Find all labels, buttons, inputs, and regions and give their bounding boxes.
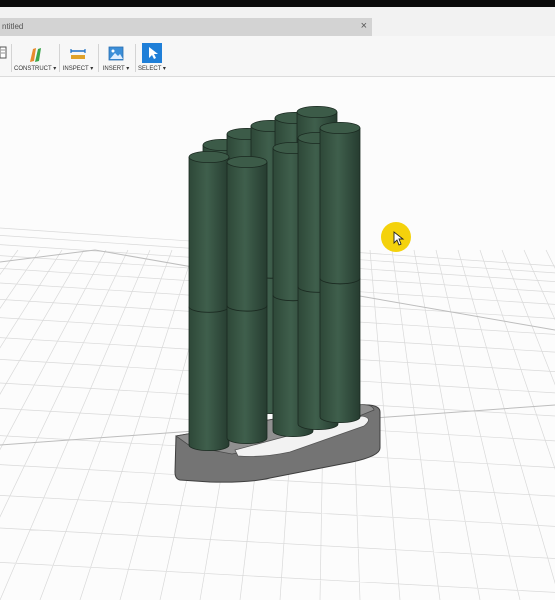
insert-label: INSERT ▾ bbox=[102, 66, 130, 72]
toolbar-separator bbox=[135, 44, 136, 72]
document-tab-title: ntitled bbox=[2, 22, 24, 31]
cells-group bbox=[188, 106, 361, 451]
toolbar-separator bbox=[59, 44, 60, 72]
insert-icon bbox=[107, 46, 125, 67]
select-button[interactable]: SELECT ▾ bbox=[138, 36, 166, 76]
document-tab-strip: ntitled × bbox=[0, 7, 555, 41]
inspect-icon bbox=[69, 46, 87, 67]
battery-cell bbox=[319, 122, 361, 423]
mouse-pointer-icon bbox=[393, 231, 405, 246]
battery-cell bbox=[188, 150, 230, 451]
toolbar-separator bbox=[98, 44, 99, 72]
construct-label: CONSTRUCT ▾ bbox=[14, 66, 57, 72]
create-tool-partial[interactable] bbox=[0, 36, 8, 76]
close-tab-button[interactable]: × bbox=[361, 20, 367, 32]
inspect-label: INSPECT ▾ bbox=[62, 66, 94, 72]
select-label: SELECT ▾ bbox=[138, 66, 166, 72]
inspect-button[interactable]: INSPECT ▾ bbox=[62, 36, 94, 76]
toolbar: CONSTRUCT ▾ INSPECT ▾ INSERT ▾ SELECT ▾ bbox=[0, 36, 555, 77]
viewport-canvas bbox=[0, 106, 555, 600]
insert-button[interactable]: INSERT ▾ bbox=[101, 36, 131, 76]
3d-viewport[interactable] bbox=[0, 77, 555, 600]
battery-pack-model[interactable] bbox=[174, 106, 381, 483]
battery-cell bbox=[226, 155, 268, 444]
top-bar bbox=[0, 0, 555, 7]
document-icon bbox=[0, 46, 8, 65]
toolbar-separator bbox=[11, 44, 12, 72]
construct-button[interactable]: CONSTRUCT ▾ bbox=[14, 36, 56, 76]
